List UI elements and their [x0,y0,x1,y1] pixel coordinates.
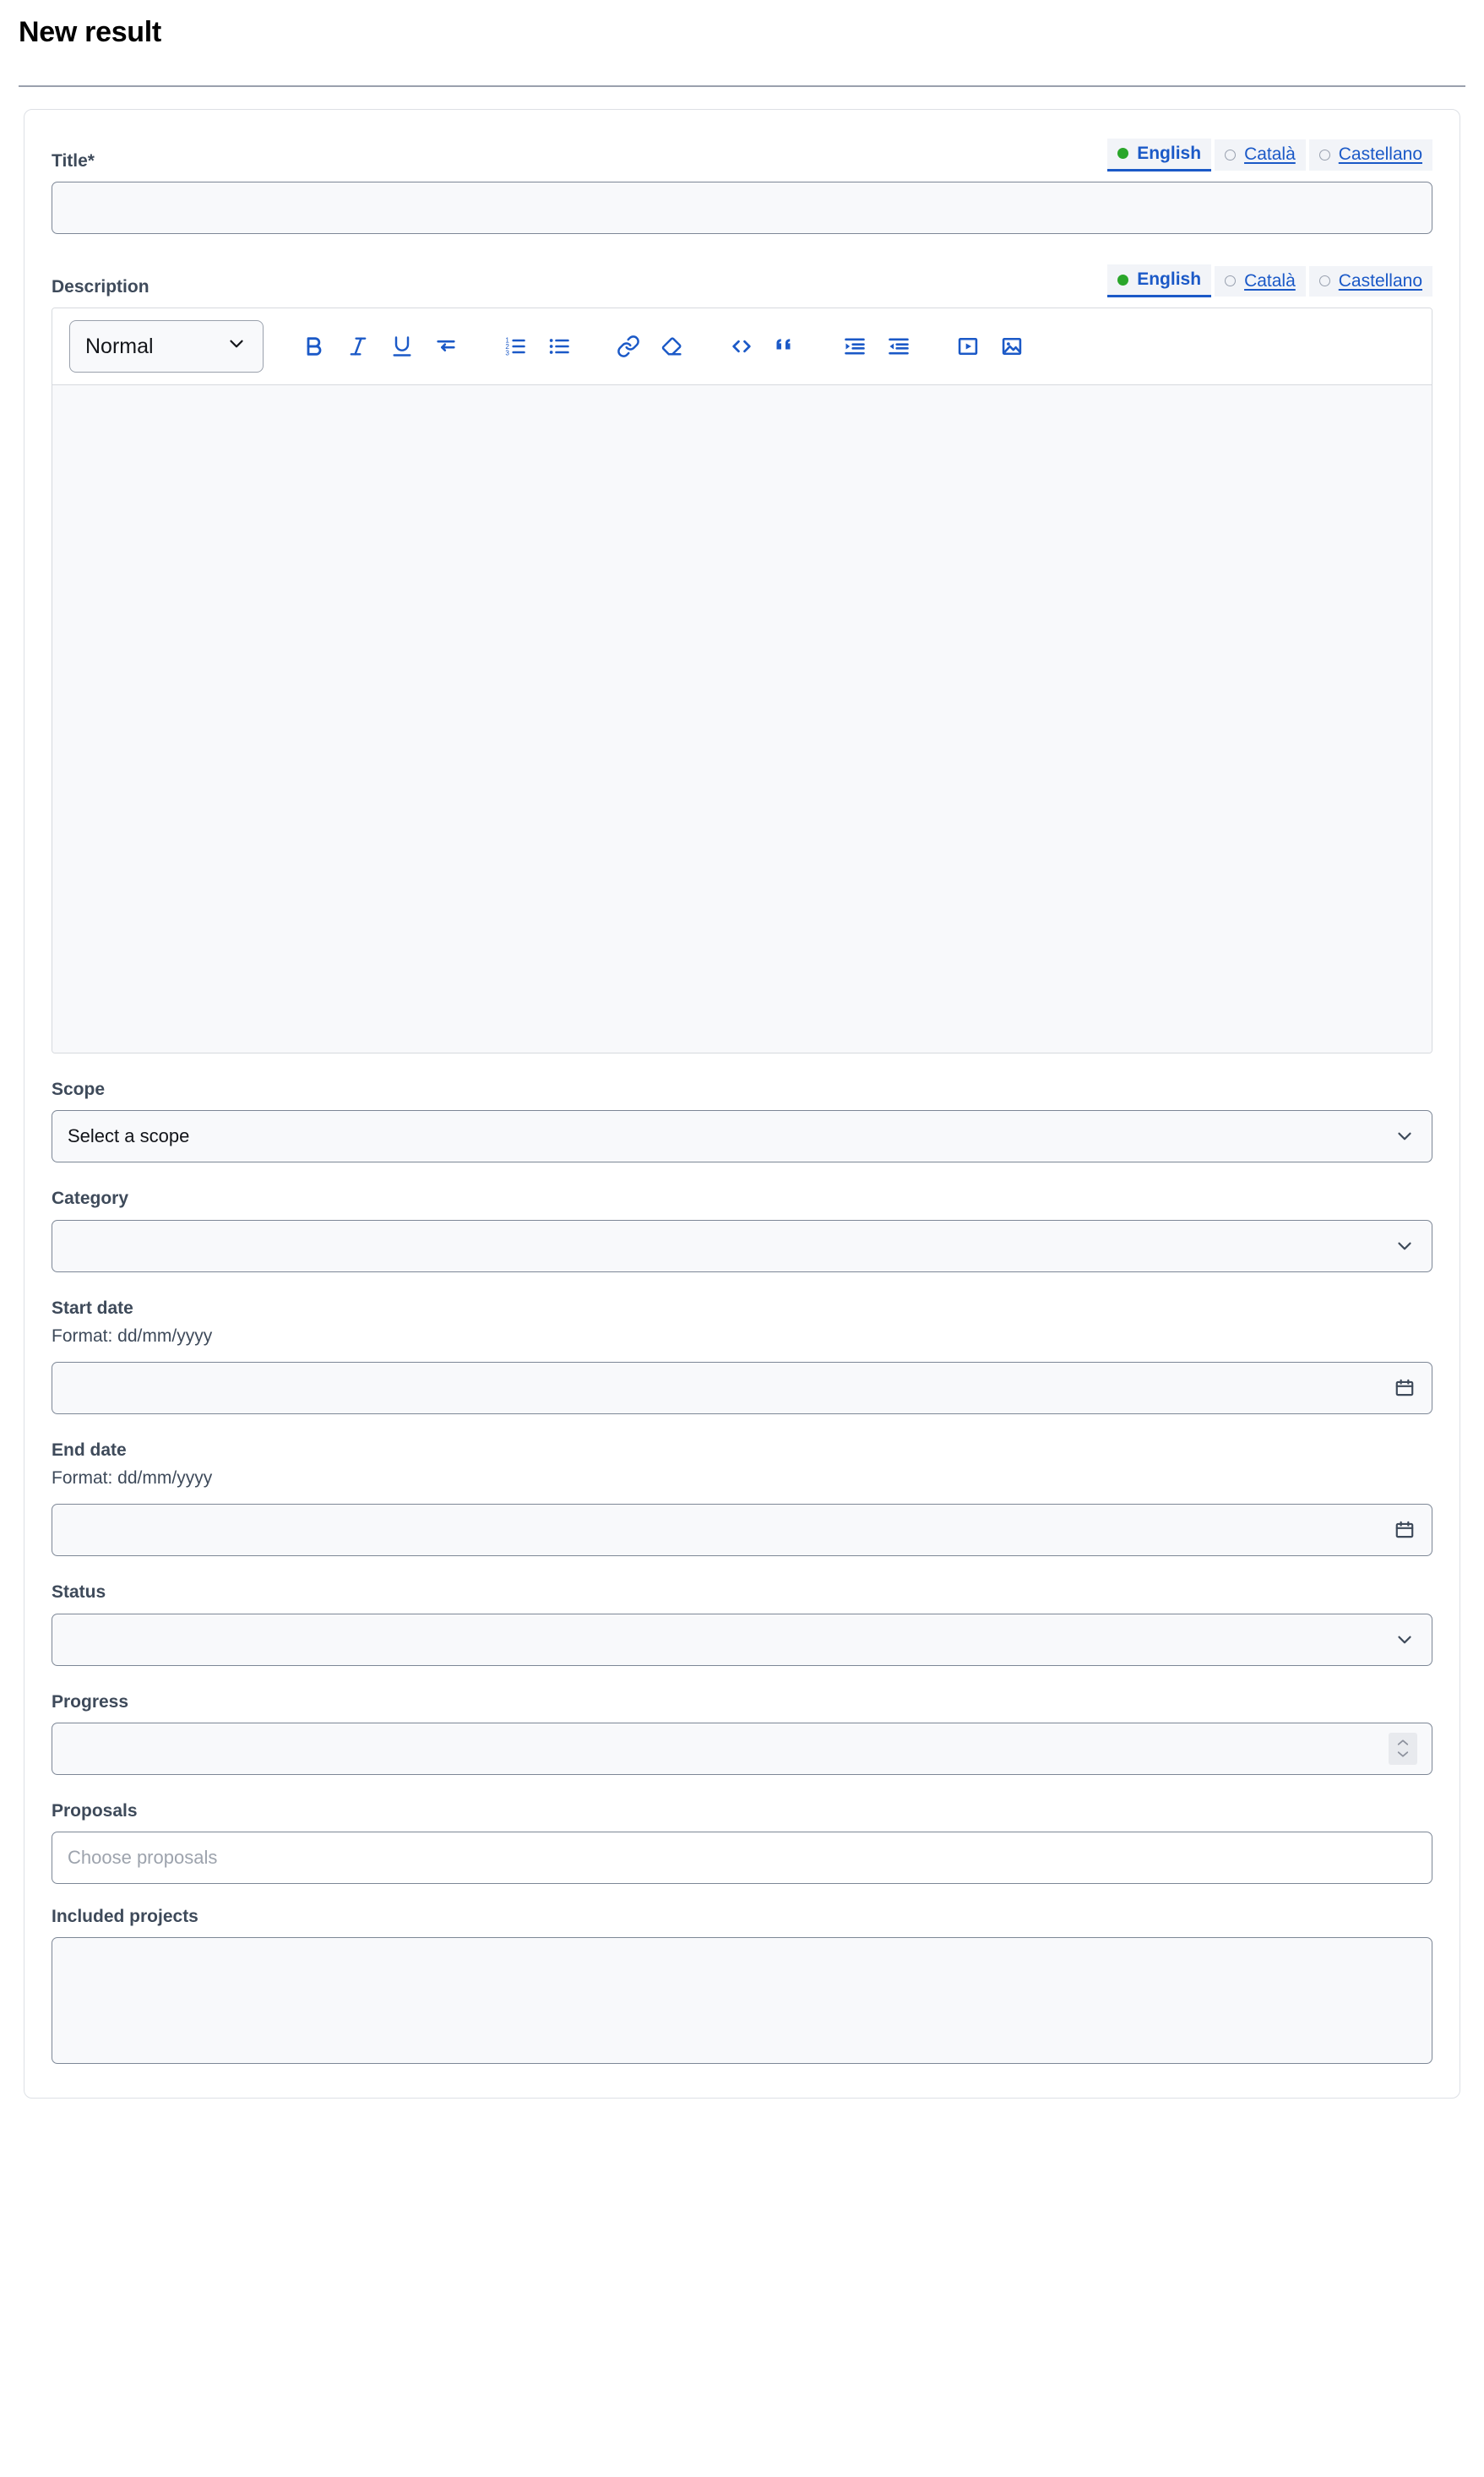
active-dot-icon [1117,274,1129,286]
status-select-wrap [52,1613,1432,1666]
page-title: New result [19,16,161,48]
end-date-field-group: End date Format: dd/mm/yyyy [52,1440,1432,1557]
image-icon[interactable] [990,328,1034,365]
editor-tool-group-lists: 123 [493,328,581,365]
included-projects-field-group: Included projects [52,1906,1432,2065]
description-language-tabs: English Català Castellano [1107,264,1432,298]
description-label-row: Description English Català Castellano [52,264,1432,298]
active-dot-icon [1117,148,1129,160]
scope-select-value: Select a scope [68,1125,190,1147]
progress-stepper[interactable] [1389,1732,1417,1765]
editor-tool-group-indent [833,328,921,365]
link-icon[interactable] [606,328,650,365]
chevron-down-icon [226,333,247,361]
title-language-tabs: English Català Castellano [1107,138,1432,172]
end-date-label: End date [52,1440,127,1461]
inactive-dot-icon [1318,149,1330,161]
start-date-input-wrap [52,1362,1432,1415]
chevron-down-icon [1397,1751,1409,1757]
editor-content-area[interactable] [52,385,1432,1053]
description-lang-tab-castellano[interactable]: Castellano [1308,265,1432,297]
end-date-format-hint: Format: dd/mm/yyyy [52,1468,213,1489]
underline-icon[interactable] [380,328,424,365]
start-date-format-hint: Format: dd/mm/yyyy [52,1326,213,1346]
description-lang-label-catala: Català [1244,270,1296,291]
header-divider [19,84,1465,87]
editor-tool-group-text [292,328,468,365]
format-dropdown[interactable]: Normal [69,320,264,373]
editor-tool-group-media [946,328,1034,365]
category-select-wrap [52,1219,1432,1272]
title-label: Title* [52,150,95,171]
erase-format-icon[interactable] [650,328,694,365]
inactive-dot-icon [1225,275,1237,287]
chevron-up-icon [1397,1739,1409,1745]
title-label-row: Title* English Català Castellano [52,138,1432,172]
title-lang-tab-catala[interactable]: Català [1215,139,1306,171]
start-date-input[interactable] [52,1362,1432,1415]
editor-tool-group-insert [606,328,694,365]
title-input[interactable] [52,182,1432,235]
new-result-page: New result Title* English Català Castell… [0,0,1484,2099]
title-lang-label-catala: Català [1244,144,1296,165]
status-select[interactable] [52,1613,1432,1666]
editor-tool-group-code [720,328,807,365]
rich-text-editor: Normal 1 2 3 [52,308,1432,1054]
video-icon[interactable] [946,328,990,365]
description-field-group: Description English Català Castellano No… [52,264,1432,1054]
category-field-group: Category [52,1188,1432,1272]
result-form-card: Title* English Català Castellano Descrip… [24,108,1460,2099]
inactive-dot-icon [1225,149,1237,161]
scope-select[interactable]: Select a scope [52,1110,1432,1163]
title-lang-label-castellano: Castellano [1338,144,1422,165]
proposals-field-group: Proposals [52,1800,1432,1884]
blockquote-icon[interactable] [764,328,807,365]
title-lang-tab-english[interactable]: English [1107,138,1212,172]
scope-field-group: Scope Select a scope [52,1079,1432,1163]
inactive-dot-icon [1318,275,1330,287]
svg-text:3: 3 [505,350,509,357]
proposals-label: Proposals [52,1800,138,1821]
page-header: New result [0,0,1484,68]
indent-increase-icon[interactable] [833,328,877,365]
included-projects-box[interactable] [52,1937,1432,2065]
end-date-input-wrap [52,1504,1432,1557]
italic-icon[interactable] [336,328,380,365]
included-projects-label: Included projects [52,1906,198,1926]
description-lang-label-english: English [1137,269,1202,290]
category-select[interactable] [52,1219,1432,1272]
bold-icon[interactable] [292,328,336,365]
ordered-list-icon[interactable]: 123 [493,328,537,365]
start-date-label: Start date [52,1298,133,1318]
description-lang-tab-catala[interactable]: Català [1215,265,1306,297]
scope-label: Scope [52,1080,106,1100]
format-dropdown-value: Normal [85,334,154,358]
description-label: Description [52,277,149,297]
editor-toolbar: Normal 1 2 3 [52,308,1432,386]
start-date-field-group: Start date Format: dd/mm/yyyy [52,1298,1432,1415]
progress-input-wrap [52,1722,1432,1775]
end-date-input[interactable] [52,1504,1432,1557]
code-icon[interactable] [720,328,764,365]
indent-decrease-icon[interactable] [877,328,921,365]
status-field-group: Status [52,1581,1432,1666]
description-lang-tab-english[interactable]: English [1107,264,1212,298]
title-field-group: Title* English Català Castellano [52,138,1432,235]
title-lang-tab-castellano[interactable]: Castellano [1308,139,1432,171]
status-label: Status [52,1582,106,1603]
line-break-icon[interactable] [424,328,468,365]
scope-select-wrap: Select a scope [52,1110,1432,1163]
progress-label: Progress [52,1691,129,1712]
unordered-list-icon[interactable] [537,328,581,365]
proposals-input[interactable] [52,1831,1432,1884]
progress-input[interactable] [52,1722,1432,1775]
title-lang-label-english: English [1137,143,1202,163]
description-lang-label-castellano: Castellano [1338,270,1422,291]
category-label: Category [52,1189,129,1209]
progress-field-group: Progress [52,1691,1432,1775]
